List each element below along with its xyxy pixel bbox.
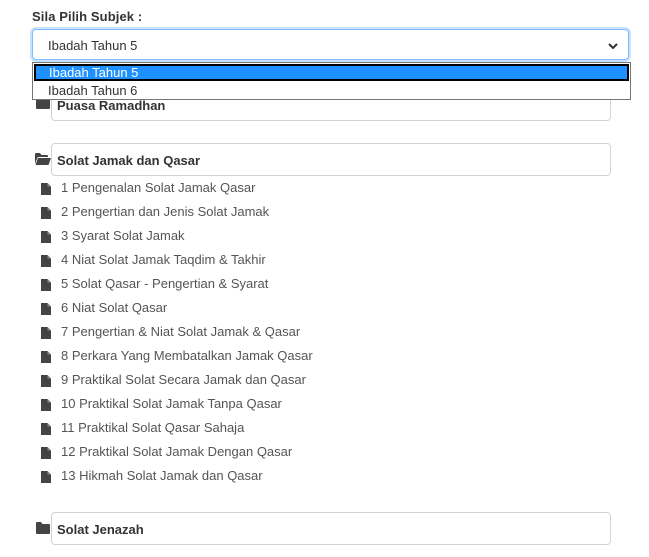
lesson-label[interactable]: 7 Pengertian & Niat Solat Jamak & Qasar [61,324,300,339]
group-title: Puasa Ramadhan [57,98,166,113]
lesson-item[interactable]: 4 Niat Solat Jamak Taqdim & Takhir [41,252,441,272]
file-icon [41,351,51,363]
subject-option-tahun-5[interactable]: Ibadah Tahun 5 [34,64,629,81]
file-icon [41,255,51,267]
folder-icon [36,522,50,534]
lesson-item[interactable]: 9 Praktikal Solat Secara Jamak dan Qasar [41,372,441,392]
chevron-down-icon [608,43,618,50]
group-solat-jenazah[interactable]: Solat Jenazah [51,512,611,545]
lesson-label[interactable]: 11 Praktikal Solat Qasar Sahaja [61,420,244,435]
subject-select[interactable]: Ibadah Tahun 5 [32,29,629,60]
lesson-item[interactable]: 8 Perkara Yang Membatalkan Jamak Qasar [41,348,441,368]
folder-open-icon [35,153,51,165]
subject-label: Sila Pilih Subjek : [32,9,143,24]
lesson-label[interactable]: 6 Niat Solat Qasar [61,300,167,315]
file-icon [41,423,51,435]
lesson-label[interactable]: 5 Solat Qasar - Pengertian & Syarat [61,276,268,291]
group-solat-jamak-qasar[interactable]: Solat Jamak dan Qasar [51,143,611,176]
lesson-item[interactable]: 2 Pengertian dan Jenis Solat Jamak [41,204,441,224]
file-icon [41,303,51,315]
lesson-item[interactable]: 10 Praktikal Solat Jamak Tanpa Qasar [41,396,441,416]
subject-dropdown-list: Ibadah Tahun 5 Ibadah Tahun 6 [32,62,631,100]
file-icon [41,447,51,459]
lesson-label[interactable]: 10 Praktikal Solat Jamak Tanpa Qasar [61,396,282,411]
lesson-item[interactable]: 7 Pengertian & Niat Solat Jamak & Qasar [41,324,441,344]
subject-select-value: Ibadah Tahun 5 [48,38,138,53]
lesson-label[interactable]: 13 Hikmah Solat Jamak dan Qasar [61,468,263,483]
group-title: Solat Jenazah [57,522,144,537]
file-icon [41,327,51,339]
file-icon [41,471,51,483]
lesson-item[interactable]: 1 Pengenalan Solat Jamak Qasar [41,180,441,200]
lesson-item[interactable]: 13 Hikmah Solat Jamak dan Qasar [41,468,441,488]
lesson-label[interactable]: 1 Pengenalan Solat Jamak Qasar [61,180,255,195]
file-icon [41,231,51,243]
subject-option-tahun-6[interactable]: Ibadah Tahun 6 [33,82,630,99]
lesson-label[interactable]: 4 Niat Solat Jamak Taqdim & Takhir [61,252,266,267]
group-title: Solat Jamak dan Qasar [57,153,201,168]
file-icon [41,183,51,195]
lesson-item[interactable]: 5 Solat Qasar - Pengertian & Syarat [41,276,441,296]
file-icon [41,207,51,219]
lesson-label[interactable]: 2 Pengertian dan Jenis Solat Jamak [61,204,269,219]
lesson-item[interactable]: 6 Niat Solat Qasar [41,300,441,320]
lesson-item[interactable]: 12 Praktikal Solat Jamak Dengan Qasar [41,444,441,464]
file-icon [41,279,51,291]
lesson-label[interactable]: 12 Praktikal Solat Jamak Dengan Qasar [61,444,292,459]
lesson-label[interactable]: 3 Syarat Solat Jamak [61,228,185,243]
lesson-item[interactable]: 3 Syarat Solat Jamak [41,228,441,248]
file-icon [41,399,51,411]
lesson-label[interactable]: 8 Perkara Yang Membatalkan Jamak Qasar [61,348,313,363]
file-icon [41,375,51,387]
lesson-item[interactable]: 11 Praktikal Solat Qasar Sahaja [41,420,441,440]
lesson-label[interactable]: 9 Praktikal Solat Secara Jamak dan Qasar [61,372,306,387]
